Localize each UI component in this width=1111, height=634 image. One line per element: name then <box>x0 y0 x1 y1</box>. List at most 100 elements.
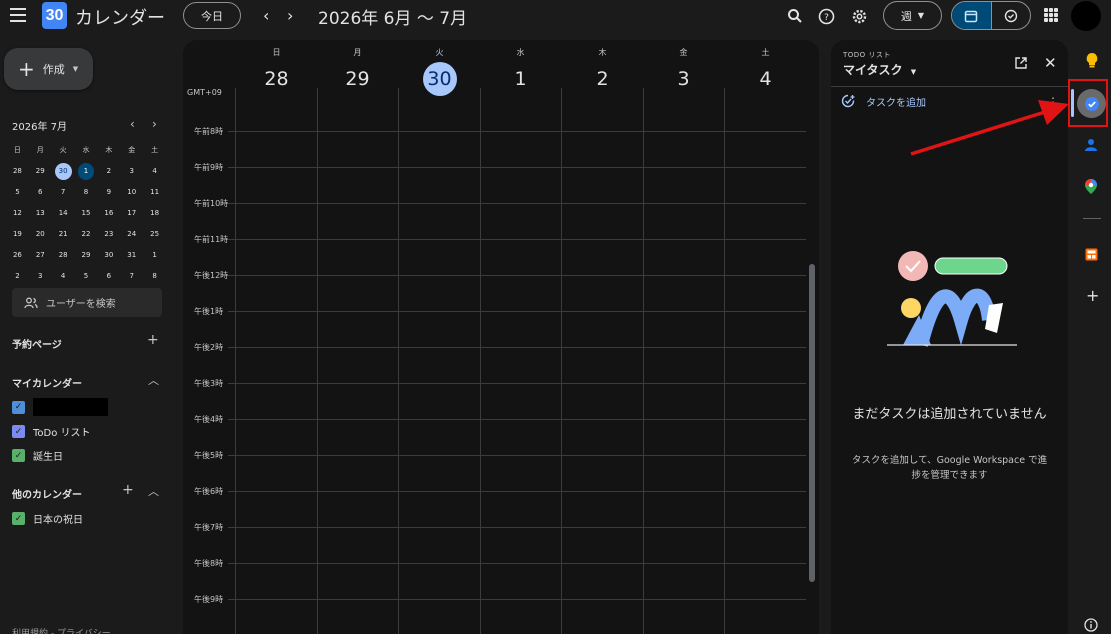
hour-line <box>228 563 806 564</box>
open-in-new-icon[interactable] <box>1014 55 1028 74</box>
grid-scrollbar[interactable] <box>809 264 815 582</box>
hour-line <box>228 419 806 420</box>
footer-links[interactable]: 利用規約 - プライバシー <box>12 626 111 634</box>
calendar-item-personal[interactable]: ✓ <box>12 398 108 416</box>
checkbox-checked-icon[interactable]: ✓ <box>12 449 25 462</box>
mini-day-selected[interactable]: 30 <box>54 163 72 180</box>
task-list-selector[interactable]: マイタスク ▼ <box>843 61 916 78</box>
mini-day[interactable]: 2 <box>97 163 120 180</box>
mini-next-icon[interactable]: › <box>152 117 157 131</box>
mini-day[interactable]: 31 <box>120 247 143 264</box>
mini-day[interactable]: 25 <box>143 226 166 243</box>
maps-icon[interactable] <box>1084 178 1098 199</box>
hour-label: 午後4時 <box>194 415 224 424</box>
view-selector-button[interactable]: 週 ▼ <box>883 1 942 30</box>
hour-label: 午後2時 <box>194 343 224 352</box>
day-header[interactable]: 金 3 <box>643 40 724 100</box>
day-header[interactable]: 日 28 <box>236 40 317 100</box>
mini-day[interactable]: 6 <box>97 268 120 285</box>
mini-day[interactable]: 3 <box>120 163 143 180</box>
mini-day[interactable]: 7 <box>120 268 143 285</box>
my-calendars-title: マイカレンダー <box>12 379 82 390</box>
timezone-label: GMT+09 <box>187 88 222 97</box>
settings-gear-icon[interactable] <box>849 6 869 26</box>
mini-day[interactable]: 5 <box>75 268 98 285</box>
mini-day[interactable]: 4 <box>52 268 75 285</box>
mini-day[interactable]: 22 <box>75 226 98 243</box>
mini-day[interactable]: 9 <box>97 184 120 201</box>
keep-icon[interactable] <box>1085 52 1099 72</box>
mini-day[interactable]: 11 <box>143 184 166 201</box>
chevron-right-icon[interactable]: › <box>287 6 293 25</box>
mini-day[interactable]: 16 <box>97 205 120 222</box>
calendar-view-icon[interactable] <box>952 2 991 29</box>
mini-day-highlight[interactable]: 1 <box>77 163 95 180</box>
mini-day[interactable]: 27 <box>29 247 52 264</box>
mini-day[interactable]: 7 <box>52 184 75 201</box>
mini-day[interactable]: 19 <box>6 226 29 243</box>
contacts-icon[interactable] <box>1084 137 1098 156</box>
mini-day[interactable]: 23 <box>97 226 120 243</box>
checkbox-checked-icon[interactable]: ✓ <box>12 400 25 414</box>
mini-day[interactable]: 5 <box>6 184 29 201</box>
main-menu-icon[interactable] <box>10 8 26 22</box>
mini-day[interactable]: 28 <box>52 247 75 264</box>
mini-prev-icon[interactable]: ‹ <box>130 117 135 131</box>
mini-day[interactable]: 20 <box>29 226 52 243</box>
mini-day[interactable]: 14 <box>52 205 75 222</box>
mini-day[interactable]: 26 <box>6 247 29 264</box>
hour-label: 午前9時 <box>194 163 224 172</box>
mini-day[interactable]: 30 <box>97 247 120 264</box>
mini-weekday: 土 <box>151 146 159 154</box>
get-addons-plus-icon[interactable]: + <box>1086 286 1099 305</box>
mini-day[interactable]: 3 <box>29 268 52 285</box>
checkbox-checked-icon[interactable]: ✓ <box>12 512 25 525</box>
day-header[interactable]: 月 29 <box>317 40 398 100</box>
mini-day[interactable]: 24 <box>120 226 143 243</box>
search-icon[interactable] <box>785 6 805 26</box>
calendar-item-holidays[interactable]: ✓ 日本の祝日 <box>12 511 83 526</box>
tasks-view-icon[interactable] <box>990 2 1030 29</box>
mini-day[interactable]: 29 <box>75 247 98 264</box>
chevron-left-icon[interactable]: ‹ <box>263 6 269 25</box>
mini-day[interactable]: 21 <box>52 226 75 243</box>
add-booking-page-icon[interactable]: + <box>147 332 159 348</box>
checkbox-checked-icon[interactable]: ✓ <box>12 425 25 438</box>
google-apps-icon[interactable] <box>1044 8 1058 22</box>
mini-day[interactable]: 29 <box>29 163 52 180</box>
mini-day[interactable]: 8 <box>143 268 166 285</box>
search-users-field[interactable]: ユーザーを検索 <box>12 288 162 317</box>
mini-week-row: 5 6 7 8 9 10 11 <box>6 182 166 203</box>
day-header[interactable]: 水 1 <box>480 40 561 100</box>
help-icon[interactable]: ? <box>816 6 836 26</box>
info-icon[interactable] <box>1084 617 1098 634</box>
mini-day[interactable]: 13 <box>29 205 52 222</box>
addon-icon[interactable] <box>1085 246 1098 265</box>
mini-day[interactable]: 18 <box>143 205 166 222</box>
calendar-item-todo[interactable]: ✓ ToDo リスト <box>12 424 91 439</box>
today-button[interactable]: 今日 <box>183 2 241 29</box>
mini-day[interactable]: 10 <box>120 184 143 201</box>
add-other-calendar-icon[interactable]: + <box>122 482 134 498</box>
collapse-my-calendars-icon[interactable]: ︿ <box>148 372 159 388</box>
mini-day[interactable]: 17 <box>120 205 143 222</box>
day-header[interactable]: 木 2 <box>562 40 643 100</box>
close-icon[interactable]: ✕ <box>1044 54 1057 72</box>
calendar-item-birthdays[interactable]: ✓ 誕生日 <box>12 448 63 463</box>
hour-line <box>228 599 806 600</box>
mini-day[interactable]: 2 <box>6 268 29 285</box>
create-button[interactable]: + 作成 ▼ <box>4 48 93 90</box>
collapse-other-calendars-icon[interactable]: ︿ <box>148 483 159 499</box>
day-header-current[interactable]: 火 30 <box>399 40 480 100</box>
mini-day[interactable]: 15 <box>75 205 98 222</box>
day-header[interactable]: 土 4 <box>725 40 806 100</box>
mini-day[interactable]: 6 <box>29 184 52 201</box>
booking-pages-title: 予約ページ <box>12 340 62 351</box>
mini-day[interactable]: 4 <box>143 163 166 180</box>
day-date: 2 <box>596 68 609 90</box>
mini-day[interactable]: 1 <box>143 247 166 264</box>
mini-day[interactable]: 12 <box>6 205 29 222</box>
mini-day[interactable]: 28 <box>6 163 29 180</box>
account-avatar[interactable] <box>1071 1 1101 31</box>
mini-day[interactable]: 8 <box>75 184 98 201</box>
